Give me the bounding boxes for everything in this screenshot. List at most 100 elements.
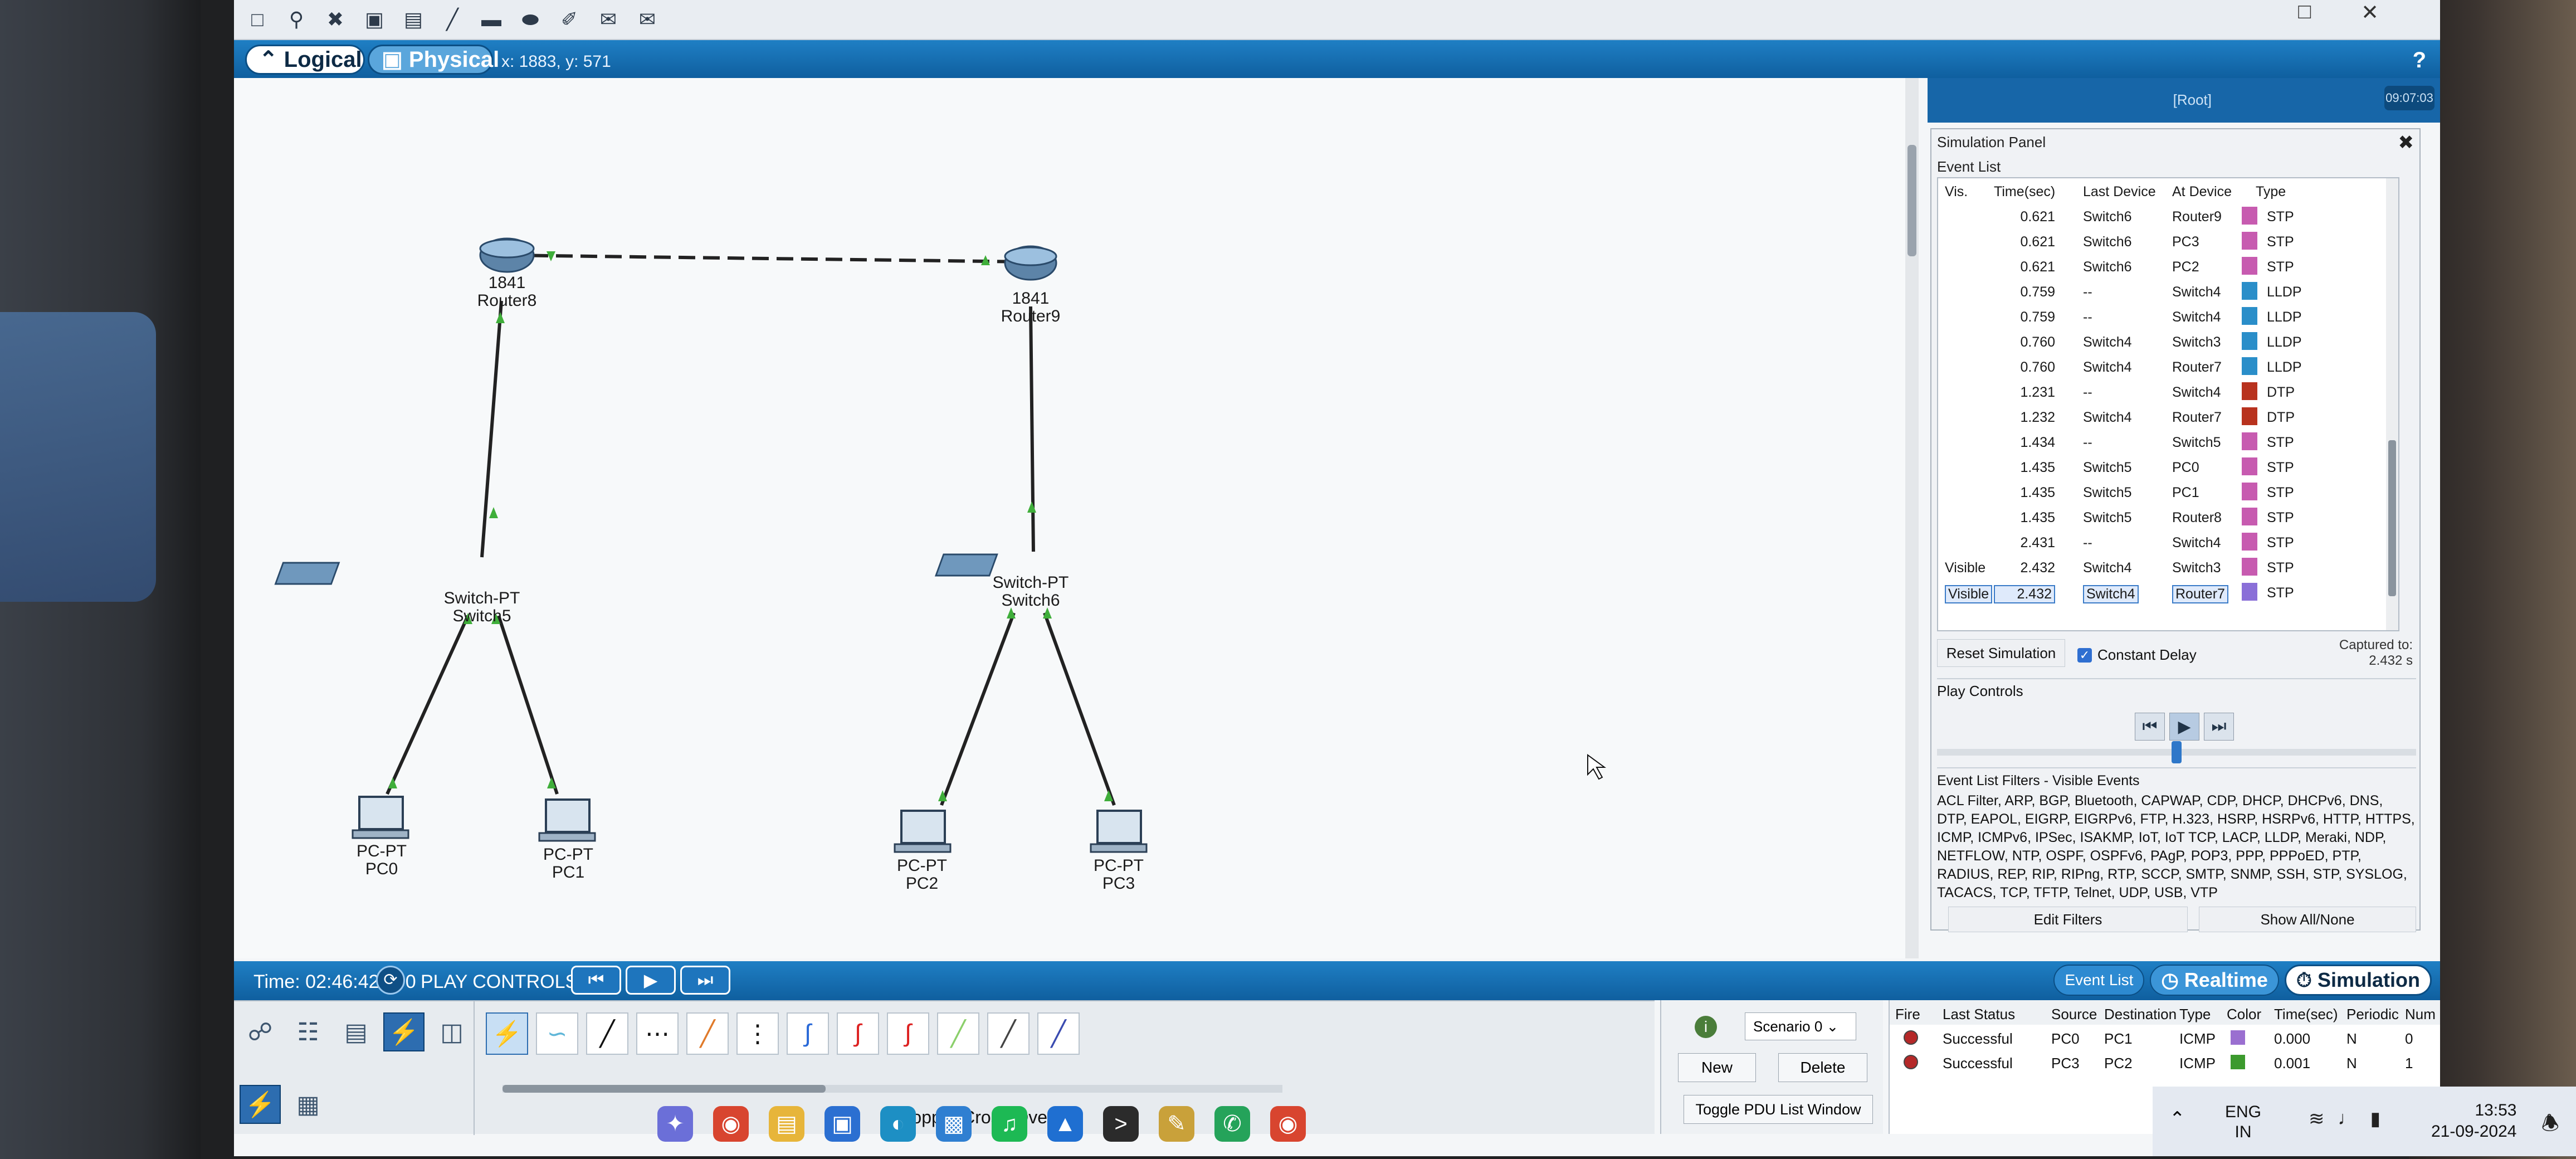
column-header[interactable]: Destination [2104, 1006, 2177, 1023]
maximize-icon[interactable]: □ [2298, 0, 2311, 23]
phone-icon[interactable]: ⋮ [736, 1012, 779, 1055]
link-switch5-pc0[interactable] [386, 615, 470, 795]
column-header[interactable]: Type [2179, 1006, 2211, 1023]
back-icon[interactable]: ⏮ [571, 966, 621, 995]
column-header[interactable]: Num [2405, 1006, 2436, 1023]
chevron-up-icon[interactable]: ⌃ [2169, 1108, 2185, 1130]
misc-icon[interactable]: ◫ [431, 1012, 472, 1051]
select-icon[interactable]: □ [245, 7, 270, 32]
column-header[interactable]: Fire [1895, 1006, 1920, 1023]
event-row[interactable]: Visible 2.432 Switch4 Switch3 STP [1938, 554, 2398, 580]
router9[interactable] [1004, 245, 1057, 281]
tab-simulation[interactable]: ⏱ Simulation [2284, 965, 2432, 996]
root-label[interactable]: [Root] [2173, 91, 2212, 109]
fire-icon[interactable] [1904, 1055, 1918, 1069]
column-header[interactable]: Last Status [1943, 1006, 2015, 1023]
tab-physical[interactable]: ▣ Physical [368, 45, 499, 75]
pdu-complex-icon[interactable]: ✉ [635, 7, 660, 32]
pc3[interactable] [1090, 810, 1148, 853]
slider-knob[interactable] [2172, 741, 2182, 763]
scrollbar-thumb[interactable] [502, 1085, 826, 1093]
whatsapp-icon[interactable]: ✆ [1214, 1106, 1250, 1142]
toggle-pdu-list-button[interactable]: Toggle PDU List Window [1684, 1095, 1873, 1124]
event-row[interactable]: 1.232 Switch4 Router7 DTP [1938, 404, 2398, 429]
chrome-icon[interactable]: ◉ [713, 1106, 749, 1142]
serial-dce-icon[interactable]: ∫ [837, 1012, 879, 1055]
coaxial-icon[interactable]: ∫ [787, 1012, 829, 1055]
tab-event-list[interactable]: Event List [2053, 965, 2145, 996]
terminal-icon[interactable]: > [1103, 1106, 1139, 1142]
draw-line-icon[interactable]: ╱ [440, 7, 465, 32]
event-row[interactable]: 0.621 Switch6 PC3 STP [1938, 228, 2398, 254]
copper-cross-icon[interactable]: ⋯ [636, 1012, 679, 1055]
file-explorer-icon[interactable]: ▤ [769, 1106, 804, 1142]
zoom-icon[interactable]: ⚲ [284, 7, 309, 32]
delete-icon[interactable]: ✖ [323, 7, 348, 32]
reset-simulation-button[interactable]: Reset Simulation [1937, 639, 2065, 667]
column-header[interactable]: Vis. [1945, 184, 1968, 200]
event-row[interactable]: 1.435 Switch5 Router8 STP [1938, 504, 2398, 529]
link-switch6-pc2[interactable] [940, 612, 1016, 806]
help-icon[interactable]: ? [2413, 48, 2426, 73]
column-header[interactable]: Color [2227, 1006, 2261, 1023]
wifi-icon[interactable]: ≋ [2309, 1108, 2325, 1130]
forward-icon[interactable]: ⏭ [680, 966, 730, 995]
close-icon[interactable]: ✖ [2398, 132, 2414, 154]
notification-bell-icon[interactable]: 🕭 [2541, 1109, 2559, 1143]
close-icon[interactable]: ✕ [2361, 0, 2379, 25]
link-router8-switch5[interactable] [480, 300, 503, 558]
constant-delay-checkbox[interactable]: ✓ Constant Delay [2077, 646, 2197, 664]
event-row[interactable]: Visible 2.432 Switch4 Router7 STP [1938, 580, 2398, 605]
resize-icon[interactable]: ▣ [362, 7, 387, 32]
event-row[interactable]: 1.435 Switch5 PC1 STP [1938, 479, 2398, 504]
column-header[interactable]: Source [2051, 1006, 2097, 1023]
link-switch6-pc3[interactable] [1043, 612, 1116, 806]
pdu-simple-icon[interactable]: ✉ [596, 7, 621, 32]
new-scenario-button[interactable]: New [1678, 1053, 1756, 1082]
freeform-icon[interactable]: ✐ [557, 7, 582, 32]
play-icon[interactable]: ▶ [626, 966, 676, 995]
packet-tracer-icon[interactable]: ✎ [1159, 1106, 1194, 1142]
fire-icon[interactable] [1904, 1030, 1918, 1045]
topology-canvas[interactable]: 1841 Router8 1841 Router9 Switch-PT Switch5… [234, 78, 1905, 958]
note-icon[interactable]: ▤ [401, 7, 426, 32]
play-speed-slider[interactable] [1937, 741, 2416, 763]
column-header[interactable]: Periodic [2346, 1006, 2399, 1023]
automatic-icon[interactable]: ⚡ [486, 1012, 528, 1055]
event-row[interactable]: 0.759 -- Switch4 LLDP [1938, 279, 2398, 304]
edge-icon[interactable]: ◐ [880, 1106, 916, 1142]
event-row[interactable]: 0.759 -- Switch4 LLDP [1938, 304, 2398, 329]
volume-icon[interactable]: ♩ [2338, 1108, 2357, 1130]
switch6[interactable] [934, 553, 998, 577]
column-header[interactable]: At Device [2172, 184, 2232, 200]
link-router9-switch6[interactable] [1029, 306, 1035, 552]
scenario-dropdown[interactable]: Scenario 0 ⌄ [1745, 1012, 1856, 1040]
event-row[interactable]: 2.431 -- Switch4 STP [1938, 529, 2398, 554]
event-row[interactable]: 0.621 Switch6 Router9 STP [1938, 203, 2398, 228]
scrollbar-thumb[interactable] [1907, 145, 1916, 256]
end-devices-icon[interactable]: ☷ [287, 1012, 329, 1051]
link-switch5-pc1[interactable] [497, 615, 559, 795]
iot-custom-icon[interactable]: ╱ [987, 1012, 1030, 1055]
column-header[interactable]: Last Device [2083, 184, 2156, 200]
chrome-icon[interactable]: ◉ [1270, 1106, 1306, 1142]
language-indicator[interactable]: ENG IN [2225, 1102, 2261, 1142]
copper-straight-icon[interactable]: ╱ [586, 1012, 628, 1055]
pdu-row[interactable]: Successful PC0 PC1 ICMP 0.000 N 0 [1890, 1025, 2440, 1049]
copilot-icon[interactable]: ✦ [657, 1106, 693, 1142]
grid-icon[interactable]: ▦ [287, 1085, 329, 1124]
tab-logical[interactable]: ⌃ Logical [245, 45, 365, 75]
octal-icon[interactable]: ╱ [937, 1012, 979, 1055]
column-header[interactable]: Time(sec) [2274, 1006, 2338, 1023]
event-row[interactable]: 1.231 -- Switch4 DTP [1938, 379, 2398, 404]
canvas-scrollbar[interactable] [1905, 78, 1919, 958]
connection-scrollbar[interactable] [502, 1085, 1282, 1093]
pc0[interactable] [352, 796, 409, 839]
tray-clock[interactable]: 13:53 21-09-2024 [2431, 1100, 2516, 1142]
tab-realtime[interactable]: ◷ Realtime [2150, 965, 2279, 996]
connections-icon[interactable]: ⚡ [383, 1012, 425, 1051]
edit-filters-button[interactable]: Edit Filters [1948, 907, 2188, 932]
checkbox-checked-icon[interactable]: ✓ [2077, 647, 2092, 663]
battery-icon[interactable]: ▮ [2370, 1108, 2381, 1130]
event-row[interactable]: 0.621 Switch6 PC2 STP [1938, 254, 2398, 279]
